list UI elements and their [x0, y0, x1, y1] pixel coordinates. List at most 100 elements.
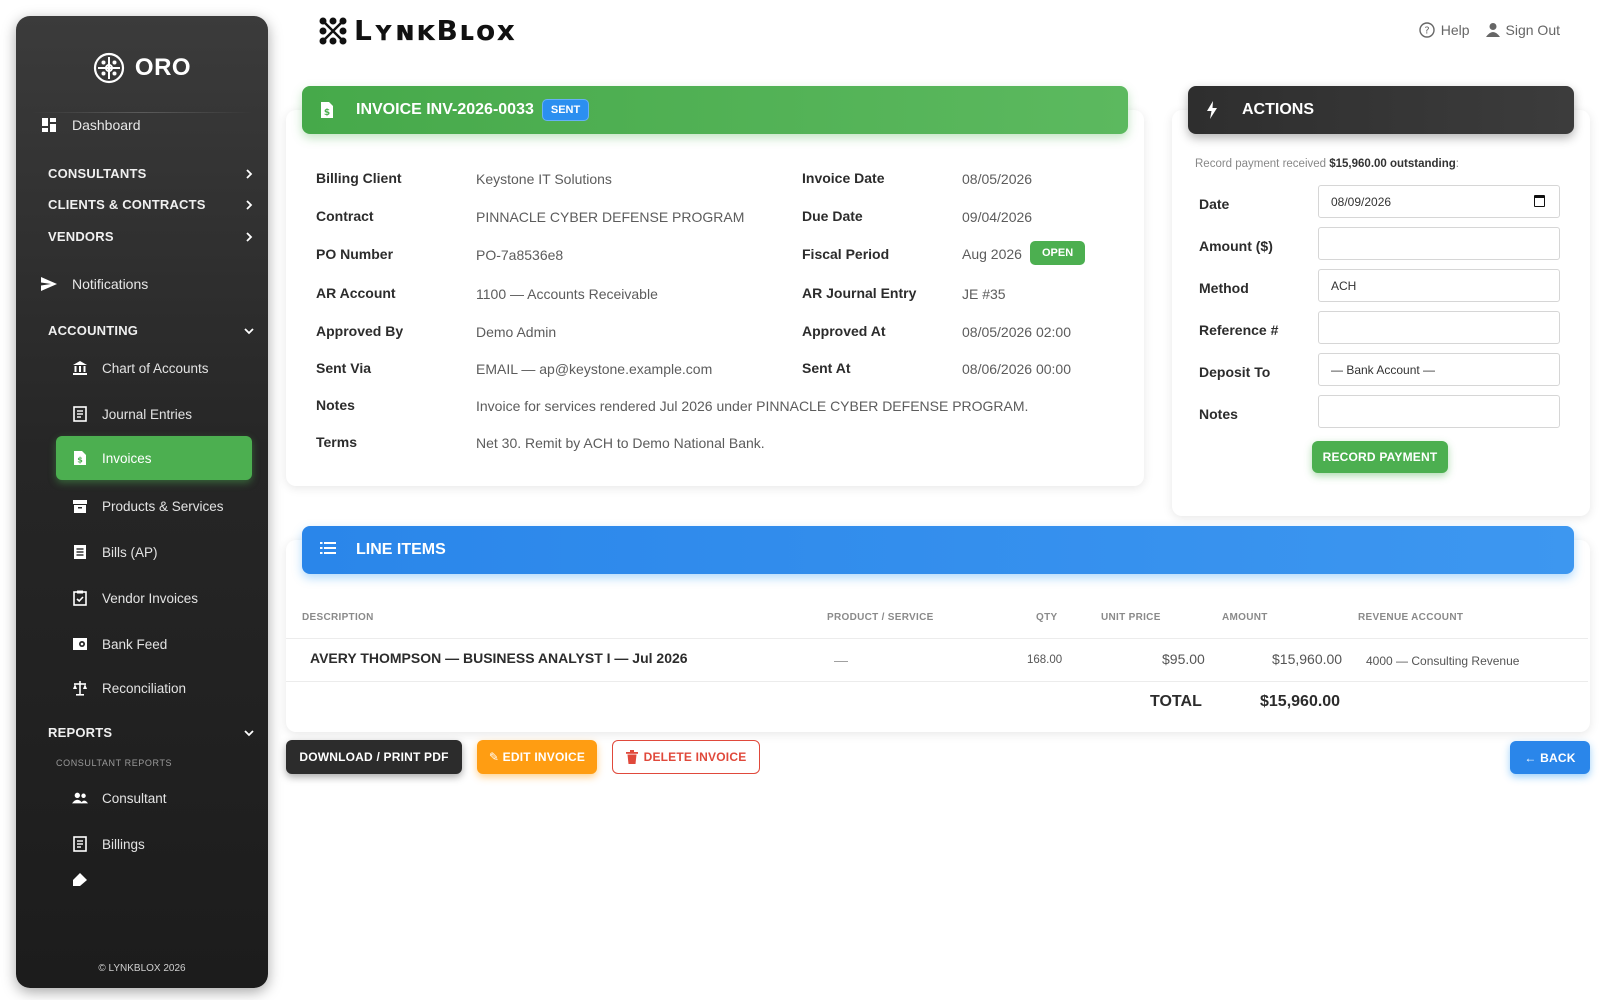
sign-out-link[interactable]: Sign Out [1485, 22, 1560, 38]
method-value: ACH [1331, 278, 1357, 293]
line-items-title: LINE ITEMS [356, 541, 446, 558]
billing-client-label: Billing Client [316, 170, 402, 186]
invoice-date-value: 08/05/2026 [962, 171, 1033, 187]
help-label: Help [1440, 22, 1470, 38]
sidebar-item-label: Journal Entries [102, 406, 193, 422]
table-header-divider [286, 638, 1588, 639]
payment-notes-field[interactable] [1318, 395, 1560, 428]
hint-prefix: Record payment received [1195, 158, 1327, 170]
reference-field[interactable] [1318, 311, 1560, 344]
notes-label: Notes [316, 397, 355, 413]
contract-value: PINNACLE CYBER DEFENSE PROGRAM [476, 209, 745, 225]
sidebar-item-label: Products & Services [102, 498, 224, 514]
sidebar-item-invoices[interactable]: $ Invoices [56, 436, 252, 480]
archive-icon [72, 498, 88, 514]
terms-value: Net 30. Remit by ACH to Demo National Ba… [476, 435, 765, 451]
date-label: Date [1199, 196, 1230, 212]
trash-icon [625, 750, 638, 764]
sidebar-item-partial[interactable] [56, 868, 252, 888]
sidebar-item-dashboard[interactable]: Dashboard [40, 116, 252, 134]
sidebar-section-reports[interactable]: REPORTS [48, 725, 256, 740]
sidebar-item-chart-of-accounts[interactable]: Chart of Accounts [56, 346, 252, 390]
chevron-down-icon [244, 327, 254, 334]
approved-by-value: Demo Admin [476, 324, 557, 340]
scale-icon [72, 680, 88, 696]
svg-text:$: $ [77, 456, 83, 465]
sidebar-section-consultants[interactable]: CONSULTANTS [48, 166, 256, 181]
consultant-reports-label: CONSULTANT REPORTS [56, 758, 173, 768]
sidebar-item-label: Billings [102, 836, 145, 852]
calendar-icon[interactable] [1534, 195, 1545, 207]
brand-name: ORO [134, 54, 192, 81]
section-label: ACCOUNTING [48, 323, 139, 338]
record-payment-button[interactable]: RECORD PAYMENT [1312, 441, 1448, 473]
sidebar-item-notifications[interactable]: Notifications [40, 275, 252, 293]
sent-at-label: Sent At [802, 360, 851, 376]
sidebar-item-bills-ap[interactable]: Bills (AP) [56, 530, 252, 574]
fiscal-period-value: Aug 2026 [962, 246, 1022, 262]
sidebar-item-label: Invoices [102, 450, 152, 466]
ar-journal-entry-value[interactable]: JE #35 [962, 286, 1006, 302]
deposit-to-value: — Bank Account — [1331, 362, 1436, 377]
sign-out-label: Sign Out [1505, 22, 1560, 38]
method-select[interactable]: ACH [1318, 269, 1560, 302]
lynkblox-logo[interactable]: LʏɴᴋBʟᴏx [318, 14, 516, 47]
invoice-title: INVOICE INV-2026-0033 [356, 101, 534, 118]
col-header-description: DESCRIPTION [302, 612, 374, 623]
chevron-right-icon [246, 199, 253, 210]
table-row-divider [286, 681, 1588, 682]
sidebar-section-clients[interactable]: CLIENTS & CONTRACTS [48, 197, 256, 212]
sidebar-item-billings-report[interactable]: Billings [56, 822, 252, 866]
sidebar-item-journal-entries[interactable]: Journal Entries [56, 392, 252, 436]
line-description: AVERY THOMPSON — BUSINESS ANALYST I — Ju… [310, 650, 688, 666]
col-header-qty: QTY [1036, 612, 1058, 623]
col-header-amount: AMOUNT [1222, 612, 1268, 623]
actions-header: ACTIONS [1188, 86, 1574, 134]
ar-account-value: 1100 — Accounts Receivable [476, 286, 658, 302]
col-header-revenue-account: REVENUE ACCOUNT [1358, 612, 1464, 623]
deposit-to-select[interactable]: — Bank Account — [1318, 353, 1560, 386]
date-field[interactable]: 08/09/2026 [1318, 185, 1560, 218]
amount-field[interactable] [1318, 227, 1560, 260]
total-value: $15,960.00 [1260, 693, 1341, 710]
status-badge: SENT [541, 99, 590, 121]
sidebar-section-accounting[interactable]: ACCOUNTING [48, 323, 256, 338]
help-link[interactable]: ? Help [1419, 22, 1470, 38]
ar-account-label: AR Account [316, 285, 396, 301]
sidebar-item-vendor-invoices[interactable]: Vendor Invoices [56, 576, 252, 620]
payment-hint: Record payment received $15,960.00 outst… [1195, 158, 1459, 170]
sidebar-item-bank-feed[interactable]: Bank Feed [56, 622, 252, 666]
brand-divider [32, 112, 252, 113]
edit-invoice-button[interactable]: ✎ EDIT INVOICE [477, 740, 597, 774]
download-pdf-button[interactable]: DOWNLOAD / PRINT PDF [286, 740, 462, 774]
line-product: — [834, 652, 848, 668]
bill-icon [72, 544, 88, 560]
sidebar-item-products-services[interactable]: Products & Services [56, 484, 252, 528]
amount-label: Amount ($) [1199, 238, 1273, 254]
sidebar-footer: © LYNKBLOX 2026 [98, 963, 186, 974]
oro-logo-icon [93, 52, 125, 84]
journal-icon [72, 406, 88, 422]
back-button[interactable]: ← BACK [1510, 741, 1590, 774]
people-icon [72, 790, 88, 806]
line-amount: $15,960.00 [1272, 651, 1343, 667]
sidebar-section-vendors[interactable]: VENDORS [48, 229, 256, 244]
section-label: VENDORS [48, 229, 114, 244]
help-icon: ? [1419, 22, 1435, 38]
sidebar-brand[interactable]: ORO [16, 28, 268, 108]
sidebar-item-label: Dashboard [72, 117, 141, 133]
dashboard-icon [40, 116, 58, 134]
sidebar-item-label: Vendor Invoices [102, 590, 199, 606]
delete-invoice-button[interactable]: DELETE INVOICE [612, 740, 760, 774]
lynkblox-mark-icon [319, 17, 347, 44]
invoice-card [286, 110, 1144, 486]
lynkblox-wordmark: LʏɴᴋBʟᴏx [354, 14, 517, 47]
line-unit-price: $95.00 [1162, 651, 1205, 667]
col-header-product-service: PRODUCT / SERVICE [827, 612, 934, 623]
ar-journal-entry-label: AR Journal Entry [802, 285, 917, 301]
sidebar-item-reconciliation[interactable]: Reconciliation [56, 666, 252, 710]
sidebar-item-consultant-report[interactable]: Consultant [56, 776, 252, 820]
sidebar-item-label: Chart of Accounts [102, 360, 209, 376]
period-open-badge: OPEN [1030, 241, 1086, 265]
approved-at-label: Approved At [802, 323, 886, 339]
